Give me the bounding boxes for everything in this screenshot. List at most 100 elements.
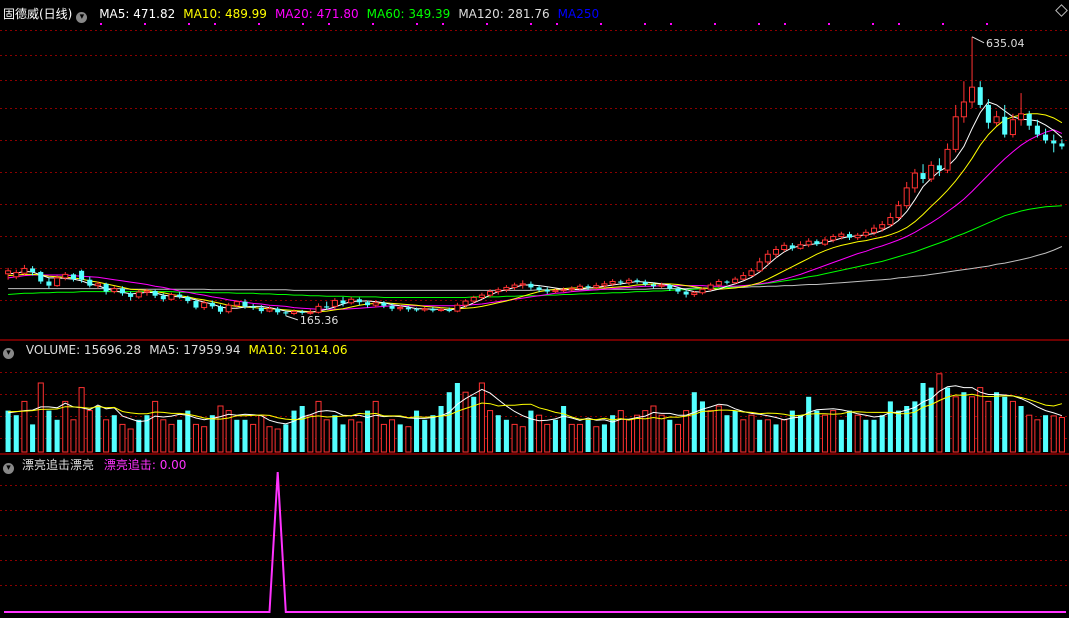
candle-body (135, 291, 142, 298)
candle-body (21, 267, 28, 274)
legend-item: MA120: 281.76 (458, 7, 550, 21)
volume-bar (201, 426, 208, 453)
marker-dragon-list[interactable]: 榜 (982, 327, 993, 339)
candle-body (609, 280, 616, 285)
ma250-dot (942, 23, 944, 25)
indicator-dropdown-icon[interactable]: ▾ (3, 463, 14, 474)
volume-bar (1058, 417, 1065, 453)
volume-dropdown-icon[interactable]: ▾ (3, 348, 14, 359)
candle-body (275, 308, 281, 313)
candle-body (977, 87, 983, 105)
candle-body (511, 284, 518, 288)
volume-bar (863, 419, 869, 452)
volume-bar (356, 421, 363, 453)
volume-bar (46, 410, 52, 452)
volume-bar (495, 415, 501, 452)
high-price-label: 635.04 (986, 37, 1025, 50)
candle-body (699, 288, 706, 294)
candle-body (683, 291, 689, 295)
volume-bar (185, 410, 191, 452)
candle-body (1026, 113, 1032, 126)
candle-body (185, 296, 191, 302)
candle-body (1043, 134, 1049, 141)
candle-body (495, 289, 502, 293)
volume-bar (111, 415, 117, 452)
volume-bar (30, 424, 36, 452)
volume-bar (152, 400, 159, 453)
price-ma60-line (8, 205, 1062, 298)
candle-body (119, 288, 125, 294)
candle-body (715, 280, 722, 286)
volume-bar (397, 424, 403, 452)
candle-body (331, 299, 338, 307)
volume-bar (136, 419, 142, 452)
candle-body (5, 270, 12, 275)
volume-bar (1009, 400, 1016, 453)
marker-finance[interactable]: 财 (448, 327, 459, 339)
volume-bar (348, 419, 355, 453)
volume-bar (1034, 419, 1041, 453)
candle-body (625, 279, 632, 284)
high-pointer (971, 36, 985, 44)
candle-body (348, 298, 355, 304)
volume-bar (323, 419, 330, 453)
volume-bar (740, 419, 747, 453)
ma250-dot (328, 23, 330, 25)
ma250-dot (416, 23, 418, 25)
volume-bar (446, 392, 452, 452)
volume-bar (454, 383, 460, 452)
volume-bar (1050, 415, 1057, 453)
marker-dollar[interactable]: $ (614, 327, 621, 339)
volume-bar (315, 400, 322, 453)
price-legend: 固德威(日线) ▾ MA5: 471.82 MA10: 489.99 MA20: 47… (3, 6, 607, 23)
volume-bar (478, 382, 485, 453)
volume-bar (952, 396, 959, 453)
candle-body (576, 285, 583, 290)
candle-body (315, 305, 322, 313)
candle-body (414, 309, 420, 311)
legend-item: MA10: 21014.06 (248, 343, 348, 357)
candle-body (1002, 116, 1008, 135)
volume-bar (78, 387, 85, 453)
candle-body (1051, 140, 1057, 144)
ma250-dot (372, 23, 374, 25)
volume-bar (225, 410, 232, 453)
candle-body (478, 294, 485, 298)
volume-bar (691, 392, 697, 452)
settings-dropdown-icon[interactable]: ▾ (76, 12, 88, 23)
indicator-signal-line (4, 471, 1066, 613)
ma250-dot (644, 23, 646, 25)
volume-bar (593, 426, 600, 453)
candle-body (772, 249, 780, 255)
volume-bar (266, 426, 273, 453)
ma250-dot (486, 23, 488, 25)
volume-bar (895, 410, 902, 452)
kline-chart[interactable]: 635.04 165.36 (0, 0, 1069, 618)
volume-bar (764, 419, 771, 453)
indicator-title: 漂亮追击漂亮 (22, 458, 95, 472)
candle-body (642, 282, 648, 285)
candle-body (46, 281, 52, 286)
volume-bar (299, 406, 305, 452)
legend-item: MA20: 471.80 (274, 7, 359, 21)
ma250-dot (872, 23, 874, 25)
candle-body (209, 302, 215, 307)
candle-body (250, 306, 256, 308)
volume-bar (283, 424, 289, 452)
candle-body (340, 300, 346, 304)
volume-bar (667, 419, 673, 452)
candle-body (372, 302, 379, 306)
candle-body (887, 217, 894, 226)
volume-bar (634, 414, 641, 453)
volume-bar (814, 410, 820, 452)
volume-bar (1002, 396, 1008, 452)
volume-bar (487, 410, 494, 453)
legend-item: VOLUME: 15696.28 (25, 343, 142, 357)
candle-body (430, 308, 436, 311)
volume-bar (389, 419, 396, 453)
candle-body (528, 283, 534, 288)
legend-item: MA250 (557, 7, 600, 21)
ma250-dot (758, 23, 760, 25)
ma250-dot (144, 23, 146, 25)
marker-limit-up[interactable]: 张 (956, 327, 967, 339)
